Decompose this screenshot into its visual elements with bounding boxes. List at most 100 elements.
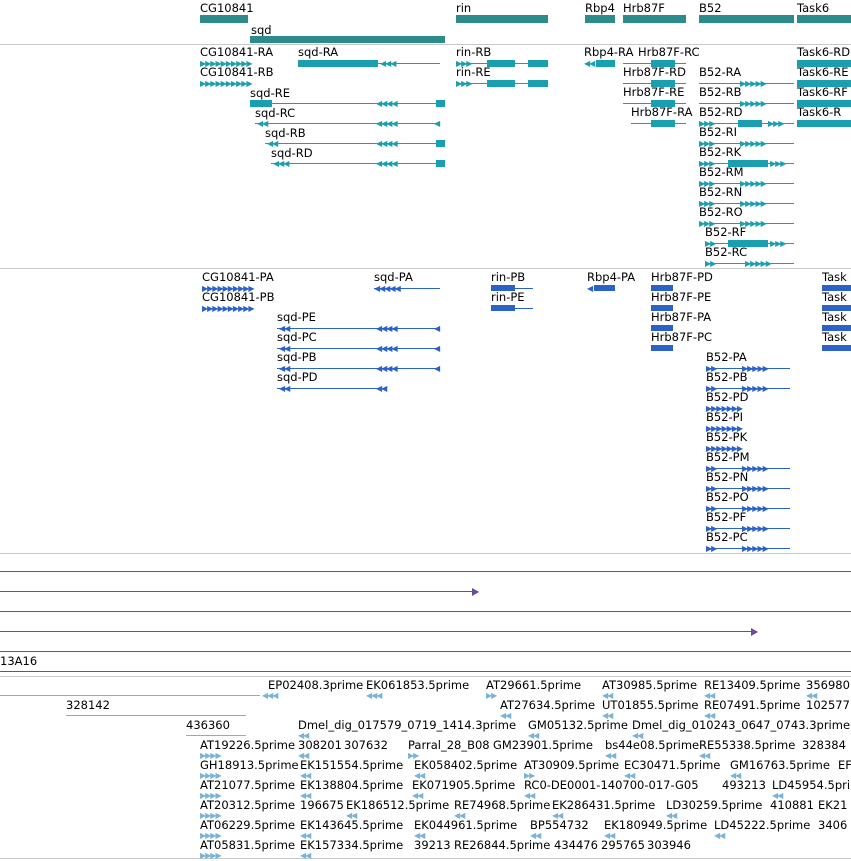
est-label[interactable]: 102577 — [806, 699, 850, 712]
est-label[interactable]: EK138804.5prime — [300, 779, 403, 792]
est-label[interactable]: GM16763.5prime — [730, 759, 830, 772]
protein-label[interactable]: B52-PI — [706, 411, 743, 424]
protein-label[interactable]: Hrb87F-PE — [651, 291, 711, 304]
protein-label[interactable]: Hrb87F-PD — [651, 271, 713, 284]
est-label[interactable]: UT01855.5prime — [602, 699, 699, 712]
est-label[interactable]: 295765 — [601, 839, 645, 852]
genome-browser-viewport[interactable]: CG10841 sqd rin Rbp4 Hrb87F B52 Task6 CG… — [0, 0, 851, 861]
est-feature[interactable]: ◀◀ — [300, 852, 311, 860]
est-label[interactable]: 39213 — [414, 839, 451, 852]
protein-label[interactable]: rin-PB — [491, 271, 525, 284]
protein-label[interactable]: CG10841-PA — [202, 271, 274, 284]
protein-feature[interactable] — [594, 285, 615, 291]
alignment-line[interactable] — [0, 631, 757, 632]
est-feature[interactable] — [66, 715, 246, 716]
protein-feature[interactable]: ▶▶▶▶▶▶▶▶▶▶ — [202, 305, 255, 313]
est-label[interactable]: Dmel_dig_017579_0719_1414.3prime — [298, 719, 516, 732]
est-label[interactable]: bs44e08.5prime — [605, 739, 699, 752]
est-label[interactable]: EK151554.5prime — [300, 759, 403, 772]
est-feature[interactable]: ◀◀◀ — [262, 692, 279, 700]
est-label[interactable]: EK071905.5prime — [412, 779, 515, 792]
est-label[interactable]: 436360 — [186, 719, 230, 732]
est-label[interactable]: RE55338.5prime — [699, 739, 795, 752]
est-feature[interactable]: ◀◀◀ — [366, 692, 383, 700]
protein-label[interactable]: B52-PF — [706, 511, 746, 524]
est-label[interactable]: EK058402.5prime — [414, 759, 517, 772]
protein-label[interactable]: B52-PM — [706, 451, 750, 464]
est-label[interactable]: EP02408.3prime — [268, 679, 363, 692]
est-label[interactable]: AT30985.5prime — [602, 679, 697, 692]
est-label[interactable]: GM23901.5prime — [493, 739, 593, 752]
est-label[interactable]: RE13409.5prime — [704, 679, 800, 692]
est-label[interactable]: EK180949.5prime — [604, 819, 707, 832]
est-feature[interactable]: ◀◀ — [714, 832, 725, 840]
protein-label[interactable]: sqd-PD — [277, 371, 318, 384]
est-label[interactable]: RE74968.5prime — [454, 799, 550, 812]
est-feature[interactable] — [186, 735, 246, 736]
est-label[interactable]: EK186512.5prime — [346, 799, 449, 812]
est-label[interactable]: 328384 — [802, 739, 846, 752]
est-label[interactable]: LD45222.5prime — [714, 819, 810, 832]
protein-label[interactable]: B52-PB — [706, 371, 748, 384]
alignment-line[interactable] — [0, 611, 851, 612]
alignment-line[interactable] — [0, 671, 851, 672]
est-label[interactable]: EK061853.5prime — [366, 679, 469, 692]
est-label[interactable]: 410881 — [770, 799, 814, 812]
protein-label[interactable]: B52-PA — [706, 351, 747, 364]
est-label[interactable]: AT27634.5prime — [500, 699, 595, 712]
protein-label[interactable]: sqd-PB — [277, 351, 317, 364]
clone-label[interactable]: 13A16 — [0, 655, 37, 668]
protein-feature[interactable] — [651, 345, 673, 351]
est-label[interactable]: EK157334.5prime — [300, 839, 403, 852]
est-label[interactable]: EF — [838, 759, 851, 772]
protein-label[interactable]: Rbp4-PA — [587, 271, 635, 284]
est-label[interactable]: 307632 — [344, 739, 388, 752]
protein-feature[interactable] — [491, 305, 515, 311]
est-label[interactable]: EK044961.5prime — [414, 819, 517, 832]
est-label[interactable]: EK143645.5prime — [300, 819, 403, 832]
alignment-line[interactable] — [0, 571, 851, 572]
est-label[interactable]: 3406 — [818, 819, 847, 832]
protein-label[interactable]: B52-PC — [706, 531, 748, 544]
est-feature[interactable] — [0, 695, 260, 696]
alignment-line[interactable] — [0, 591, 478, 592]
est-label[interactable]: AT30909.5prime — [524, 759, 619, 772]
est-label[interactable]: 303946 — [647, 839, 691, 852]
est-label[interactable]: RC0-DE0001-140700-017-G05 — [524, 779, 699, 792]
est-label[interactable]: LD45954.5prime — [772, 779, 851, 792]
est-label[interactable]: Dmel_dig_010243_0647_0743.3prime — [632, 719, 850, 732]
protein-label[interactable]: Task — [822, 331, 847, 344]
protein-label[interactable]: Task — [822, 311, 847, 324]
protein-label[interactable]: Task — [822, 271, 847, 284]
est-label[interactable]: AT29661.5prime — [486, 679, 581, 692]
protein-label[interactable]: Hrb87F-PC — [651, 331, 712, 344]
protein-label[interactable]: Hrb87F-PA — [651, 311, 711, 324]
protein-label[interactable]: B52-PK — [706, 431, 747, 444]
est-label[interactable]: EK21 — [818, 799, 847, 812]
est-label[interactable]: 196675 — [300, 799, 344, 812]
est-label[interactable]: Parral_28_B08 — [408, 739, 490, 752]
protein-intron — [277, 368, 440, 369]
est-feature[interactable]: ▶▶▶▶ — [200, 852, 222, 860]
protein-label[interactable]: sqd-PA — [374, 271, 413, 284]
est-label[interactable]: EK286431.5prime — [552, 799, 655, 812]
est-label[interactable]: GM05132.5prime — [528, 719, 628, 732]
protein-label[interactable]: Task — [822, 291, 847, 304]
est-feature[interactable]: ▶▶ — [486, 692, 497, 700]
est-label[interactable]: RE07491.5prime — [704, 699, 800, 712]
est-label[interactable]: 328142 — [66, 699, 110, 712]
protein-label[interactable]: sqd-PE — [277, 311, 316, 324]
est-label[interactable]: 434476 — [554, 839, 598, 852]
protein-label[interactable]: CG10841-PB — [202, 291, 275, 304]
protein-label[interactable]: rin-PE — [491, 291, 525, 304]
protein-label[interactable]: B52-PO — [706, 491, 749, 504]
est-label[interactable]: LD30259.5prime — [666, 799, 762, 812]
protein-feature[interactable] — [822, 345, 851, 351]
est-label[interactable]: EC30471.5prime — [624, 759, 720, 772]
est-label[interactable]: RE26844.5prime — [454, 839, 550, 852]
protein-label[interactable]: sqd-PC — [277, 331, 317, 344]
est-label[interactable]: 493213 — [722, 779, 766, 792]
alignment-line[interactable] — [0, 651, 851, 652]
protein-label[interactable]: B52-PN — [706, 471, 748, 484]
protein-label[interactable]: B52-PD — [706, 391, 748, 404]
